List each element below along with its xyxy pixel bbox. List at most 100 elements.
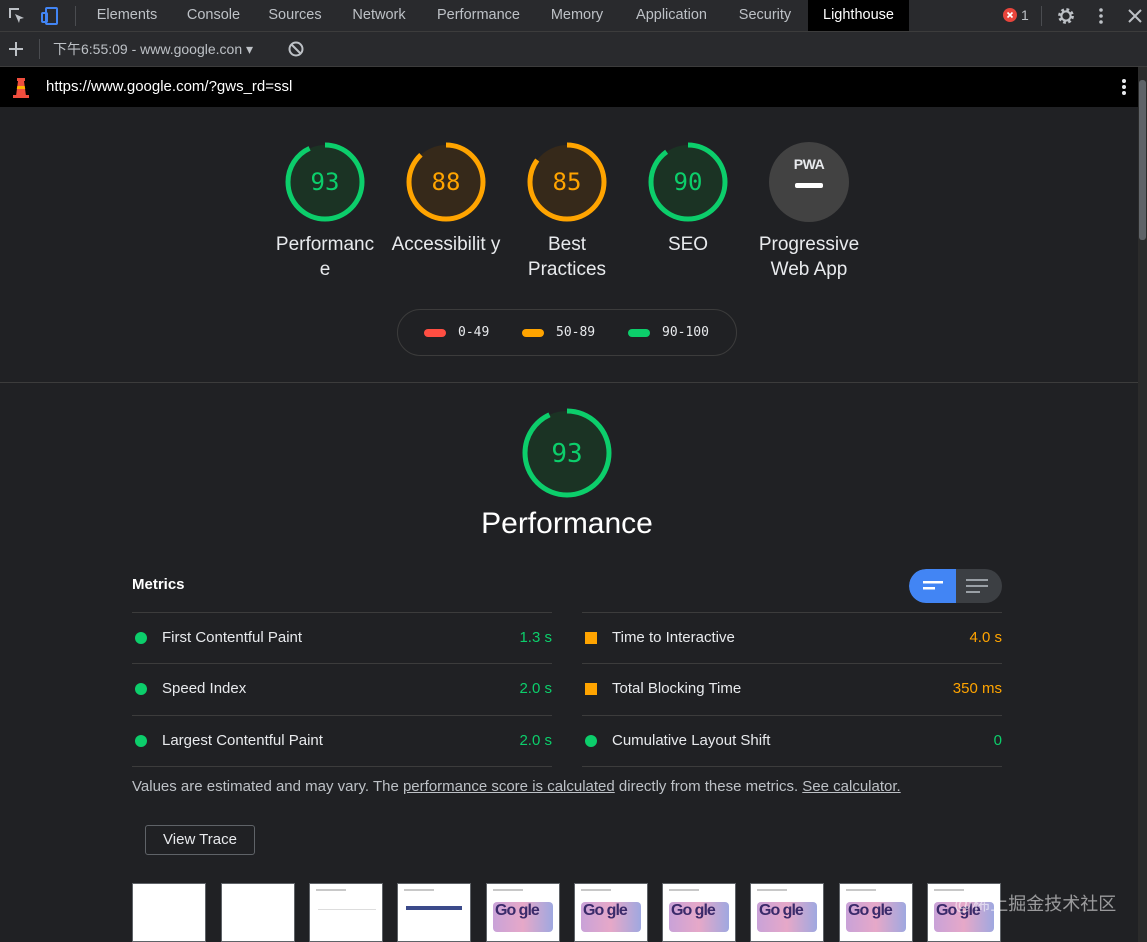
filmstrip-frame [221, 883, 295, 942]
tab-lighthouse[interactable]: Lighthouse [808, 0, 909, 31]
pass-indicator-icon [135, 683, 147, 695]
tabbar-separator [75, 6, 76, 26]
report-url[interactable]: https://www.google.com/?gws_rd=ssl [46, 67, 292, 107]
metric-value: 1.3 s [519, 629, 552, 646]
metric-largest-contentful-paint[interactable]: Largest Contentful Paint 2.0 s [132, 715, 552, 766]
score-ring: 88 [406, 142, 486, 222]
clear-reports-icon[interactable] [286, 39, 306, 59]
filmstrip-frame: Go gle [750, 883, 824, 942]
expanded-list-icon[interactable] [966, 579, 988, 593]
gauge-score: 93 [311, 168, 340, 196]
tab-security[interactable]: Security [726, 0, 804, 31]
tabbar-separator [1041, 6, 1042, 26]
performance-score-gauge: 93 [522, 408, 612, 498]
legend-pass-range: 90-100 [662, 325, 709, 340]
legend-average-range: 50-89 [556, 325, 596, 340]
gauge-score: 85 [553, 168, 582, 196]
filmstrip-frame: Go gle [662, 883, 736, 942]
see-calculator-link[interactable]: See calculator. [802, 778, 900, 795]
compact-view-button[interactable] [909, 569, 956, 603]
report-menu-icon[interactable] [1114, 77, 1134, 97]
metric-label: Largest Contentful Paint [162, 732, 323, 749]
pass-indicator-icon [135, 735, 147, 747]
metric-time-to-interactive[interactable]: Time to Interactive 4.0 s [582, 612, 1002, 663]
gauge-label: Accessibilit y [391, 234, 501, 255]
metric-value: 2.0 s [519, 732, 552, 749]
metric-first-contentful-paint[interactable]: First Contentful Paint 1.3 s [132, 612, 552, 663]
metric-total-blocking-time[interactable]: Total Blocking Time 350 ms [582, 663, 1002, 714]
filmstrip-frame: Go gle [839, 883, 913, 942]
pass-indicator-icon [585, 735, 597, 747]
inspect-element-icon[interactable] [7, 6, 27, 26]
filmstrip-frame: Go gle [486, 883, 560, 942]
disclaimer-text: Values are estimated and may vary. The [132, 778, 403, 795]
tab-console[interactable]: Console [174, 0, 253, 31]
settings-gear-icon[interactable] [1056, 6, 1076, 26]
filmstrip-frame [309, 883, 383, 942]
filmstrip-frame: Go gle [574, 883, 648, 942]
metric-cumulative-layout-shift[interactable]: Cumulative Layout Shift 0 [582, 715, 1002, 766]
score-ring: 90 [648, 142, 728, 222]
tab-network[interactable]: Network [338, 0, 420, 31]
close-icon[interactable] [1125, 6, 1145, 26]
legend-fail-swatch [424, 329, 446, 337]
metrics-heading: Metrics [132, 576, 185, 593]
filmstrip-frame [397, 883, 471, 942]
report-select-dropdown[interactable]: 下午6:55:09 - www.google.con ▾ [53, 32, 253, 66]
metric-label: Total Blocking Time [612, 680, 742, 697]
metric-label: Cumulative Layout Shift [612, 732, 771, 749]
average-indicator-icon [585, 632, 597, 644]
gauge-score: 88 [432, 168, 461, 196]
device-toolbar-icon[interactable] [40, 6, 60, 26]
tab-elements[interactable]: Elements [84, 0, 170, 31]
average-indicator-icon [585, 683, 597, 695]
watermark: @稀土掘金技术社区 [954, 894, 1117, 914]
score-ring: 85 [527, 142, 607, 222]
tab-sources[interactable]: Sources [257, 0, 333, 31]
report-scrollbar-thumb[interactable] [1139, 80, 1146, 240]
legend-pass-swatch [628, 329, 650, 337]
performance-score: 93 [551, 439, 582, 469]
lighthouse-logo-icon [11, 76, 31, 98]
view-trace-button[interactable]: View Trace [145, 825, 255, 855]
new-report-plus-icon[interactable] [6, 39, 26, 59]
error-icon[interactable] [1003, 8, 1017, 22]
more-options-icon[interactable] [1091, 6, 1111, 26]
lighthouse-toolbar: 下午6:55:09 - www.google.con ▾ [0, 32, 1147, 67]
lighthouse-report: 93 Performanc e 88 Accessibilit y 85 Bes… [0, 107, 1138, 942]
gauge-label: SEO [667, 234, 709, 255]
tab-memory[interactable]: Memory [537, 0, 617, 31]
metric-label: First Contentful Paint [162, 629, 303, 646]
pwa-badge-icon: PWA [769, 142, 849, 222]
score-calculated-link[interactable]: performance score is calculated [403, 778, 615, 795]
gauge-seo[interactable]: 90 SEO [633, 141, 743, 257]
metric-value: 2.0 s [519, 680, 552, 697]
score-ring: 93 [285, 142, 365, 222]
toolbar-separator [39, 39, 40, 59]
gauge-label: Progressive Web App [758, 234, 860, 280]
metrics-bottom-border [582, 766, 1002, 767]
metric-value: 0 [993, 732, 1002, 749]
gauge-accessibility[interactable]: 88 Accessibilit y [391, 141, 501, 257]
legend-average-swatch [522, 329, 544, 337]
performance-title: Performance [481, 507, 653, 540]
metrics-view-toggle[interactable] [909, 569, 1002, 603]
pwa-badge-text: PWA [794, 156, 825, 172]
metric-label: Time to Interactive [612, 629, 735, 646]
metrics-bottom-border [132, 766, 552, 767]
tab-performance[interactable]: Performance [424, 0, 533, 31]
gauge-performance[interactable]: 93 Performanc e [270, 141, 380, 282]
metric-value: 350 ms [952, 680, 1002, 697]
tab-application[interactable]: Application [621, 0, 722, 31]
metric-speed-index[interactable]: Speed Index 2.0 s [132, 663, 552, 714]
compact-list-icon [923, 581, 943, 590]
metric-label: Speed Index [162, 680, 247, 697]
gauge-pwa[interactable]: PWA Progressive Web App [754, 141, 864, 282]
metric-value: 4.0 s [969, 629, 1002, 646]
metrics-disclaimer: Values are estimated and may vary. The p… [132, 778, 901, 795]
pass-indicator-icon [135, 632, 147, 644]
gauge-best-practices[interactable]: 85 Best Practices [512, 141, 622, 282]
devtools-tabbar: Elements Console Sources Network Perform… [0, 0, 1147, 32]
error-count[interactable]: 1 [1021, 0, 1029, 31]
gauge-label: Performanc e [275, 234, 375, 280]
